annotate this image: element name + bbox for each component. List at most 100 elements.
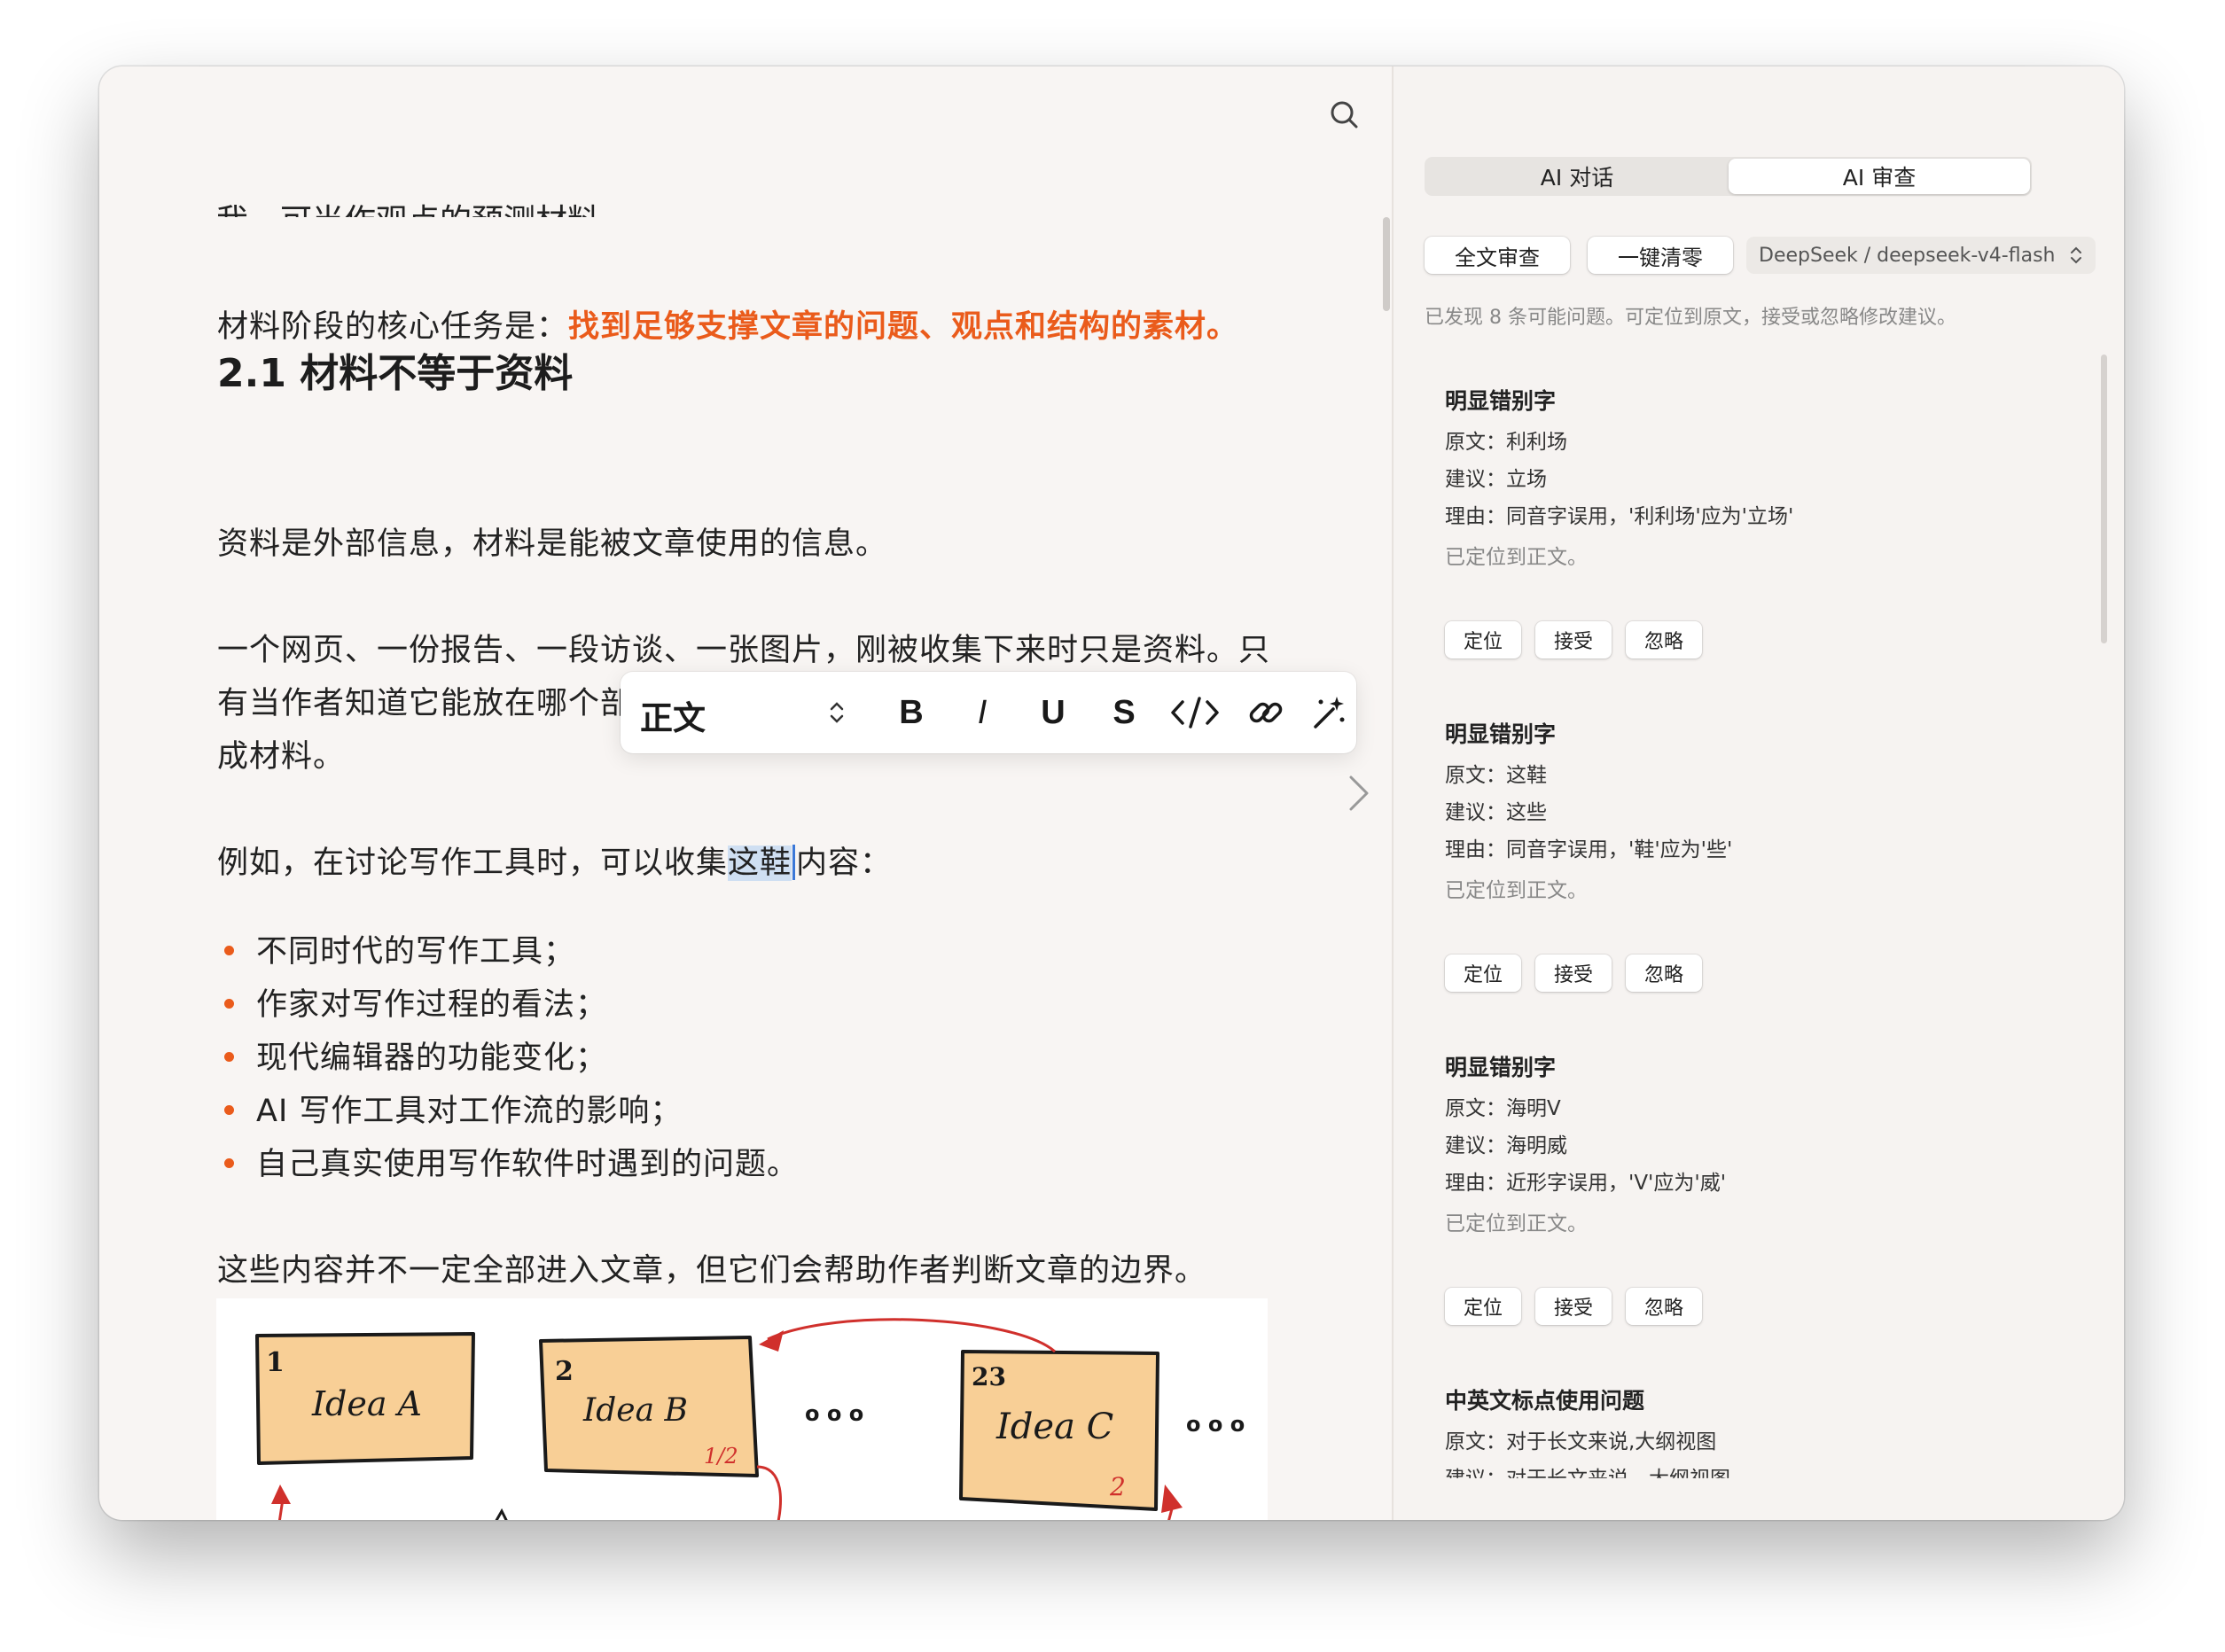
paragraph-line[interactable]: 成材料。	[217, 731, 345, 776]
accept-button[interactable]: 接受	[1535, 1288, 1612, 1325]
card-number: 23	[972, 1362, 1006, 1391]
ignore-button[interactable]: 忽略	[1626, 955, 1702, 992]
list-item[interactable]: 现代编辑器的功能变化；	[217, 1032, 799, 1086]
bullet-dot	[224, 999, 234, 1009]
chevron-right-icon	[1349, 775, 1369, 811]
underline-button[interactable]: U	[1028, 688, 1078, 737]
issue-status: 已定位到正文。	[1445, 546, 1588, 569]
review-summary: 已发现 8 条可能问题。可定位到原文，接受或忽略修改建议。	[1425, 307, 1956, 329]
list-item-text: 作家对写作过程的看法；	[256, 987, 608, 1023]
sketch-image: 1 Idea A 2 Idea B 1/2 23 Idea C 2 o o o …	[216, 1298, 1268, 1520]
locate-button[interactable]: 定位	[1445, 1288, 1521, 1325]
card-number: 1	[266, 1347, 285, 1378]
issue-suggestion: 建议：立场	[1445, 468, 1547, 491]
ai-sidebar: AI 对话 AI 审查 全文审查 一键清零 DeepSeek / deepsee…	[1394, 66, 2124, 1520]
issue-card: 明显错别字 原文：海明V 建议：海明威 理由：近形字误用，'V'应为'威' 已定…	[1445, 1050, 2101, 1325]
updown-chevron-icon[interactable]	[826, 697, 847, 729]
issue-card: 中英文标点使用问题 原文：对于长文来说,大纲视图 建议：对于长文来说，大纲视图	[1445, 1383, 2101, 1499]
updown-chevron-icon	[2071, 246, 2081, 264]
issue-suggestion: 建议：海明威	[1445, 1134, 1567, 1157]
code-button[interactable]	[1170, 688, 1220, 737]
section-heading[interactable]: 2.1 材料不等于资料	[217, 341, 573, 398]
highlighted-text: 找到足够支撑文章的问题、观点和结构的素材。	[568, 309, 1239, 345]
issue-status: 已定位到正文。	[1445, 1212, 1588, 1235]
partial-text-line: 我，可当作观点的预测材料。	[216, 203, 632, 239]
card-label: Idea A	[311, 1384, 422, 1423]
issue-title: 中英文标点使用问题	[1445, 1388, 1645, 1414]
issue-title: 明显错别字	[1445, 721, 1557, 747]
locate-button[interactable]: 定位	[1445, 955, 1521, 992]
accept-button[interactable]: 接受	[1535, 955, 1612, 992]
paragraph-boundary[interactable]: 这些内容并不一定全部进入文章，但它们会帮助作者判断文章的边界。	[217, 1245, 1206, 1290]
editor-scrollbar[interactable]	[1383, 217, 1390, 311]
issue-original: 原文：这鞋	[1445, 764, 1547, 787]
ellipsis-mark: o o o	[805, 1401, 863, 1426]
expand-button[interactable]	[1340, 767, 1376, 820]
strikethrough-button[interactable]: S	[1099, 688, 1149, 737]
idea-cards-sketch: 1 Idea A 2 Idea B 1/2 23 Idea C 2 o o o …	[255, 1318, 1245, 1520]
clear-all-button[interactable]: 一键清零	[1588, 237, 1733, 274]
list-item[interactable]: 作家对写作过程的看法；	[217, 979, 799, 1032]
link-button[interactable]	[1241, 688, 1291, 737]
list-item-text: 自己真实使用写作软件时遇到的问题。	[256, 1147, 800, 1182]
card-sub: 2	[1109, 1472, 1126, 1501]
list-item-text: 现代编辑器的功能变化；	[256, 1040, 608, 1076]
list-item-text: 不同时代的写作工具；	[256, 934, 576, 970]
tab-ai-review[interactable]: AI 审查	[1729, 159, 2030, 194]
card-sub: 1/2	[704, 1444, 738, 1469]
paragraph-example[interactable]: 例如，在讨论写作工具时，可以收集这鞋 内容：	[217, 838, 892, 883]
issue-card: 明显错别字 原文：利利场 建议：立场 理由：同音字误用，'利利场'应为'立场' …	[1445, 384, 2101, 658]
paragraph-text: 材料阶段的核心任务是：	[217, 309, 569, 345]
card-label: Idea B	[582, 1392, 688, 1429]
list-item[interactable]: AI 写作工具对工作流的影响；	[217, 1086, 799, 1139]
card-label: Idea C	[995, 1407, 1113, 1447]
paragraph-definition[interactable]: 资料是外部信息，材料是能被文章使用的信息。	[217, 518, 887, 564]
paragraph-line[interactable]: 一个网页、一份报告、一段访谈、一张图片，刚被收集下来时只是资料。只	[217, 625, 1270, 670]
issue-title: 明显错别字	[1445, 388, 1557, 414]
app-window: 我，可当作观点的预测材料。 材料阶段的核心任务是：找到足够支撑文章的问题、观点和…	[99, 66, 2124, 1520]
paragraph-text: 例如，在讨论写作工具时，可以收集	[217, 845, 729, 881]
issue-status: 已定位到正文。	[1445, 879, 1588, 902]
ignore-button[interactable]: 忽略	[1626, 621, 1702, 658]
bullet-dot	[224, 946, 234, 955]
issue-title: 明显错别字	[1445, 1055, 1557, 1080]
magic-wand-icon	[1314, 697, 1345, 729]
bold-button[interactable]: B	[886, 688, 936, 737]
locate-button[interactable]: 定位	[1445, 621, 1521, 658]
full-review-button[interactable]: 全文审查	[1425, 237, 1570, 274]
accept-button[interactable]: 接受	[1535, 621, 1612, 658]
issue-suggestion: 建议：对于长文来说，大纲视图	[1445, 1468, 1730, 1491]
selected-text[interactable]: 这鞋	[728, 845, 792, 881]
issue-original: 原文：利利场	[1445, 431, 1567, 454]
ellipsis-mark: o o o	[1186, 1412, 1245, 1437]
editor-pane[interactable]: 我，可当作观点的预测材料。 材料阶段的核心任务是：找到足够支撑文章的问题、观点和…	[99, 66, 1392, 1520]
issue-reason: 理由：同音字误用，'利利场'应为'立场'	[1445, 505, 1794, 528]
paragraph-style-select[interactable]: 正文	[640, 691, 706, 739]
sidebar-tab-group: AI 对话 AI 审查	[1425, 157, 2032, 196]
code-icon	[1171, 697, 1219, 729]
magic-wand-button[interactable]	[1303, 688, 1353, 737]
text-caret	[792, 845, 796, 880]
bullet-dot	[224, 1158, 234, 1168]
card-number: 2	[555, 1356, 574, 1387]
issue-original: 原文：海明V	[1445, 1097, 1561, 1120]
paragraph-text: 内容：	[796, 845, 893, 881]
issue-reason: 理由：近形字误用，'V'应为'威'	[1445, 1172, 1727, 1195]
issue-reason: 理由：同音字误用，'鞋'应为'些'	[1445, 838, 1733, 861]
bullet-list: 不同时代的写作工具； 作家对写作过程的看法； 现代编辑器的功能变化； AI 写作…	[217, 926, 799, 1192]
list-item[interactable]: 不同时代的写作工具；	[217, 926, 799, 979]
tab-ai-chat[interactable]: AI 对话	[1426, 159, 1728, 194]
list-item-text: AI 写作工具对工作流的影响；	[256, 1094, 683, 1129]
model-select-value: DeepSeek / deepseek-v4-flash	[1759, 244, 2056, 267]
italic-button[interactable]: I	[957, 688, 1007, 737]
search-button[interactable]	[1323, 93, 1367, 137]
issue-suggestion: 建议：这些	[1445, 801, 1547, 824]
sidebar-scrollbar[interactable]	[2101, 355, 2107, 643]
paragraph-core-task[interactable]: 材料阶段的核心任务是：找到足够支撑文章的问题、观点和结构的素材。	[217, 301, 1238, 347]
ignore-button[interactable]: 忽略	[1626, 1288, 1702, 1325]
model-select[interactable]: DeepSeek / deepseek-v4-flash	[1746, 237, 2096, 274]
issue-original: 原文：对于长文来说,大纲视图	[1445, 1430, 1717, 1453]
bullet-dot	[224, 1052, 234, 1062]
list-item[interactable]: 自己真实使用写作软件时遇到的问题。	[217, 1139, 799, 1192]
bullet-dot	[224, 1105, 234, 1115]
